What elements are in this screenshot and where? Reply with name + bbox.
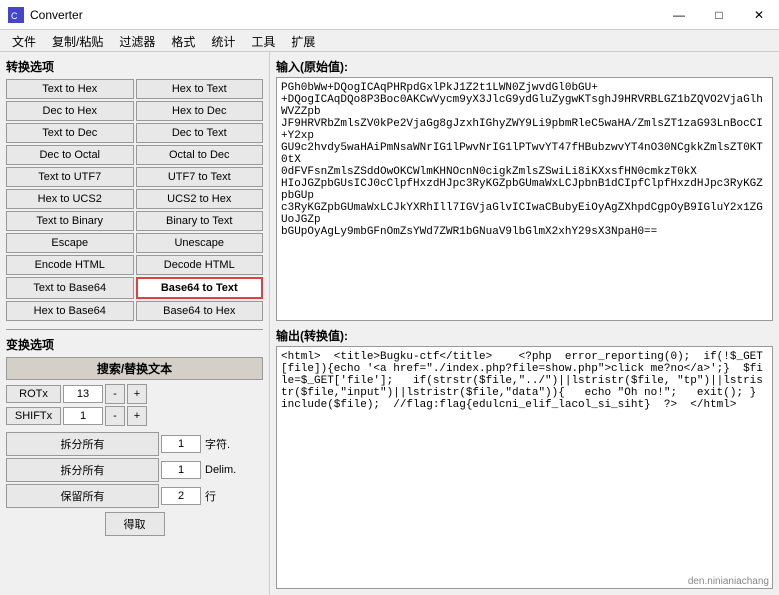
conv-btn-escape[interactable]: Escape (6, 233, 134, 253)
shift-value-input[interactable] (63, 407, 103, 425)
split-row-1: 拆分所有 字符. (6, 432, 263, 456)
conv-btn-text-to-dec[interactable]: Text to Dec (6, 123, 134, 143)
keep-all-value[interactable] (161, 487, 201, 505)
input-area: 输入(原始值): (276, 58, 773, 321)
menu-item-统计[interactable]: 统计 (203, 32, 243, 49)
input-textarea[interactable] (276, 77, 773, 321)
conv-btn-hex-to-dec[interactable]: Hex to Dec (136, 101, 264, 121)
menu-bar: 文件复制/粘贴过滤器格式统计工具扩展 (0, 30, 779, 52)
keep-all-unit: 行 (203, 488, 263, 504)
title-bar: C Converter — □ ✕ (0, 0, 779, 30)
conv-btn-hex-to-text[interactable]: Hex to Text (136, 79, 264, 99)
app-icon: C (8, 7, 24, 23)
split-all-char-button[interactable]: 拆分所有 (6, 432, 159, 456)
conv-btn-text-to-base64[interactable]: Text to Base64 (6, 277, 134, 299)
conv-btn-ucs2-to-hex[interactable]: UCS2 to Hex (136, 189, 264, 209)
rot-row-1: ROTx - + (6, 384, 263, 404)
conv-btn-text-to-hex[interactable]: Text to Hex (6, 79, 134, 99)
divider1 (6, 329, 263, 330)
window-controls: — □ ✕ (659, 0, 779, 30)
conv-btn-binary-to-text[interactable]: Binary to Text (136, 211, 264, 231)
conv-btn-hex-to-ucs2[interactable]: Hex to UCS2 (6, 189, 134, 209)
output-label: 输出(转换值): (276, 327, 773, 344)
rot-label: ROTx (6, 385, 61, 403)
menu-item-工具[interactable]: 工具 (243, 32, 283, 49)
conv-btn-unescape[interactable]: Unescape (136, 233, 264, 253)
conv-btn-dec-to-octal[interactable]: Dec to Octal (6, 145, 134, 165)
conv-btn-base64-to-text[interactable]: Base64 to Text (136, 277, 264, 299)
section1-title: 转换选项 (6, 58, 263, 75)
conv-btn-dec-to-hex[interactable]: Dec to Hex (6, 101, 134, 121)
shift-plus-button[interactable]: + (127, 406, 147, 426)
conversion-button-grid: Text to HexHex to TextDec to HexHex to D… (6, 79, 263, 321)
shift-label: SHIFTx (6, 407, 61, 425)
left-panel: 转换选项 Text to HexHex to TextDec to HexHex… (0, 52, 270, 595)
conv-btn-text-to-utf7[interactable]: Text to UTF7 (6, 167, 134, 187)
conv-btn-dec-to-text[interactable]: Dec to Text (136, 123, 264, 143)
conv-btn-base64-to-hex[interactable]: Base64 to Hex (136, 301, 264, 321)
maximize-button[interactable]: □ (699, 0, 739, 30)
split-char-unit: 字符. (203, 436, 263, 452)
search-replace-label: 搜索/替换文本 (6, 357, 263, 380)
output-textarea[interactable] (276, 346, 773, 590)
input-label: 输入(原始值): (276, 58, 773, 75)
split-row-2: 拆分所有 Delim. (6, 458, 263, 482)
conv-btn-text-to-binary[interactable]: Text to Binary (6, 211, 134, 231)
rot-minus-button[interactable]: - (105, 384, 125, 404)
split-row-3: 保留所有 行 (6, 484, 263, 508)
conv-btn-hex-to-base64[interactable]: Hex to Base64 (6, 301, 134, 321)
menu-item-复制/粘贴[interactable]: 复制/粘贴 (44, 32, 111, 49)
conv-btn-utf7-to-text[interactable]: UTF7 to Text (136, 167, 264, 187)
menu-item-文件[interactable]: 文件 (4, 32, 44, 49)
close-button[interactable]: ✕ (739, 0, 779, 30)
split-delim-value[interactable] (161, 461, 201, 479)
section2-title: 变换选项 (6, 336, 263, 353)
shift-minus-button[interactable]: - (105, 406, 125, 426)
split-char-value[interactable] (161, 435, 201, 453)
keep-all-button[interactable]: 保留所有 (6, 484, 159, 508)
menu-item-格式[interactable]: 格式 (163, 32, 203, 49)
minimize-button[interactable]: — (659, 0, 699, 30)
shift-row: SHIFTx - + (6, 406, 263, 426)
window-title: Converter (30, 8, 83, 22)
right-panel: 输入(原始值): 输出(转换值): den.ninianiachang (270, 52, 779, 595)
split-all-delim-button[interactable]: 拆分所有 (6, 458, 159, 482)
output-area: 输出(转换值): den.ninianiachang (276, 327, 773, 590)
main-content: 转换选项 Text to HexHex to TextDec to HexHex… (0, 52, 779, 595)
conv-btn-decode-html[interactable]: Decode HTML (136, 255, 264, 275)
conv-btn-encode-html[interactable]: Encode HTML (6, 255, 134, 275)
get-button[interactable]: 得取 (105, 512, 165, 536)
split-delim-unit: Delim. (203, 464, 263, 476)
rot-value-input[interactable] (63, 385, 103, 403)
svg-text:C: C (11, 11, 18, 21)
watermark: den.ninianiachang (688, 576, 769, 587)
menu-item-过滤器[interactable]: 过滤器 (111, 32, 163, 49)
rot-plus-button[interactable]: + (127, 384, 147, 404)
menu-item-扩展[interactable]: 扩展 (283, 32, 323, 49)
conv-btn-octal-to-dec[interactable]: Octal to Dec (136, 145, 264, 165)
